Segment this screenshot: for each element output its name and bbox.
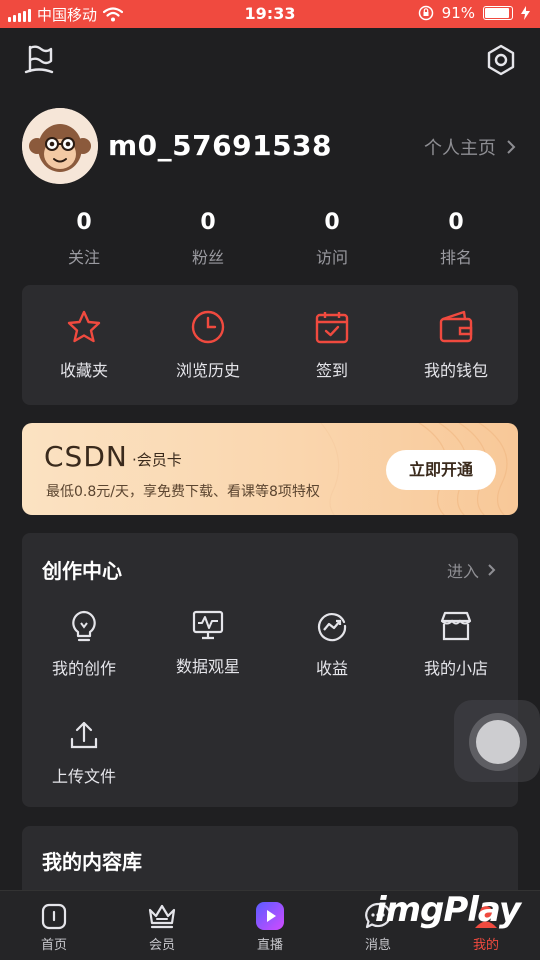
- tab-vip-label: 会员: [148, 938, 175, 953]
- history-label: 浏览历史: [175, 361, 240, 380]
- my-store-label: 我的小店: [423, 659, 488, 678]
- creation-center-card: 创作中心 进入 我的创作 数据观星 收益 我的小店 上传文件: [22, 533, 518, 807]
- stat-fans[interactable]: 0 粉丝: [146, 210, 270, 270]
- chevron-right-icon: [507, 140, 516, 154]
- stat-ranking[interactable]: 0 排名: [394, 210, 518, 270]
- battery-icon: [483, 6, 513, 20]
- vip-membership-banner[interactable]: CSDN ·会员卡 最低0.8元/天，享免费下载、看课等8项特权 立即开通: [22, 423, 518, 515]
- flag-icon: [24, 45, 54, 74]
- home-icon: [41, 903, 67, 930]
- tab-messages-label: 消息: [364, 938, 391, 953]
- content-library-title: 我的内容库: [42, 850, 142, 874]
- creation-center-title: 创作中心: [42, 559, 122, 583]
- stat-value: 0: [76, 210, 92, 235]
- open-membership-button[interactable]: 立即开通: [386, 450, 496, 490]
- homepage-label: 个人主页: [424, 138, 496, 159]
- stat-label: 关注: [67, 248, 100, 267]
- status-bar: 中国移动 19:33 91%: [0, 0, 540, 28]
- upload-file-button[interactable]: 上传文件: [22, 719, 146, 829]
- monitor-chart-icon: [192, 610, 224, 640]
- earnings-icon: [317, 613, 347, 642]
- quick-actions-card: 收藏夹 浏览历史 签到 我的钱包: [22, 285, 518, 405]
- tab-vip[interactable]: 会员: [108, 891, 216, 960]
- star-icon: [67, 310, 101, 343]
- stat-value: 0: [324, 210, 340, 235]
- data-insight-button[interactable]: 数据观星: [146, 609, 270, 719]
- crown-icon: [148, 904, 176, 929]
- wallet-label: 我的钱包: [423, 361, 488, 380]
- settings-button[interactable]: [484, 43, 518, 77]
- charging-icon: [521, 6, 530, 20]
- checkin-label: 签到: [315, 361, 348, 380]
- enter-creation-center-link[interactable]: 进入: [447, 558, 496, 582]
- wallet-icon: [439, 310, 473, 343]
- upload-file-label: 上传文件: [51, 767, 116, 786]
- stat-visits[interactable]: 0 访问: [270, 210, 394, 270]
- favorites-button[interactable]: 收藏夹: [22, 285, 146, 405]
- battery-percent: 91%: [441, 4, 475, 22]
- store-icon: [440, 611, 472, 641]
- vip-description: 最低0.8元/天，享免费下载、看课等8项特权: [46, 484, 320, 500]
- favorites-label: 收藏夹: [59, 361, 108, 380]
- lightbulb-icon: [72, 610, 96, 642]
- avatar[interactable]: [22, 108, 98, 184]
- earnings-button[interactable]: 收益: [270, 609, 394, 719]
- data-insight-label: 数据观星: [175, 657, 240, 676]
- stat-label: 粉丝: [191, 248, 224, 267]
- gear-icon: [487, 44, 515, 76]
- flag-button[interactable]: [22, 43, 56, 77]
- stat-value: 0: [200, 210, 216, 235]
- history-button[interactable]: 浏览历史: [146, 285, 270, 405]
- my-creations-label: 我的创作: [51, 659, 116, 678]
- tab-me-label: 我的: [472, 938, 499, 953]
- earnings-label: 收益: [315, 659, 348, 678]
- imgplay-watermark: imgPlay: [374, 890, 521, 930]
- wallet-button[interactable]: 我的钱包: [394, 285, 518, 405]
- monkey-avatar-icon: [22, 108, 98, 184]
- vip-card-tag: ·会员卡: [132, 451, 182, 469]
- tab-home-label: 首页: [40, 938, 67, 953]
- stat-value: 0: [448, 210, 464, 235]
- stat-following[interactable]: 0 关注: [22, 210, 146, 270]
- stat-label: 访问: [315, 248, 348, 267]
- live-play-icon: [256, 902, 284, 930]
- clock-icon: [191, 310, 225, 344]
- tab-live[interactable]: 直播: [216, 891, 324, 960]
- username: m0_57691538: [108, 129, 333, 162]
- assistive-touch-button[interactable]: [454, 700, 540, 782]
- csdn-logo: CSDN: [44, 440, 128, 473]
- my-creations-button[interactable]: 我的创作: [22, 609, 146, 719]
- tab-live-label: 直播: [256, 938, 283, 953]
- rotation-lock-icon: [418, 5, 433, 21]
- chevron-right-icon: [488, 564, 496, 576]
- stat-label: 排名: [439, 248, 472, 267]
- checkin-button[interactable]: 签到: [270, 285, 394, 405]
- calendar-check-icon: [315, 312, 349, 344]
- profile-stats: 0 关注 0 粉丝 0 访问 0 排名: [22, 210, 518, 270]
- upload-icon: [70, 721, 98, 749]
- tab-home[interactable]: 首页: [0, 891, 108, 960]
- personal-homepage-link[interactable]: 个人主页: [424, 134, 516, 160]
- enter-label: 进入: [446, 562, 479, 581]
